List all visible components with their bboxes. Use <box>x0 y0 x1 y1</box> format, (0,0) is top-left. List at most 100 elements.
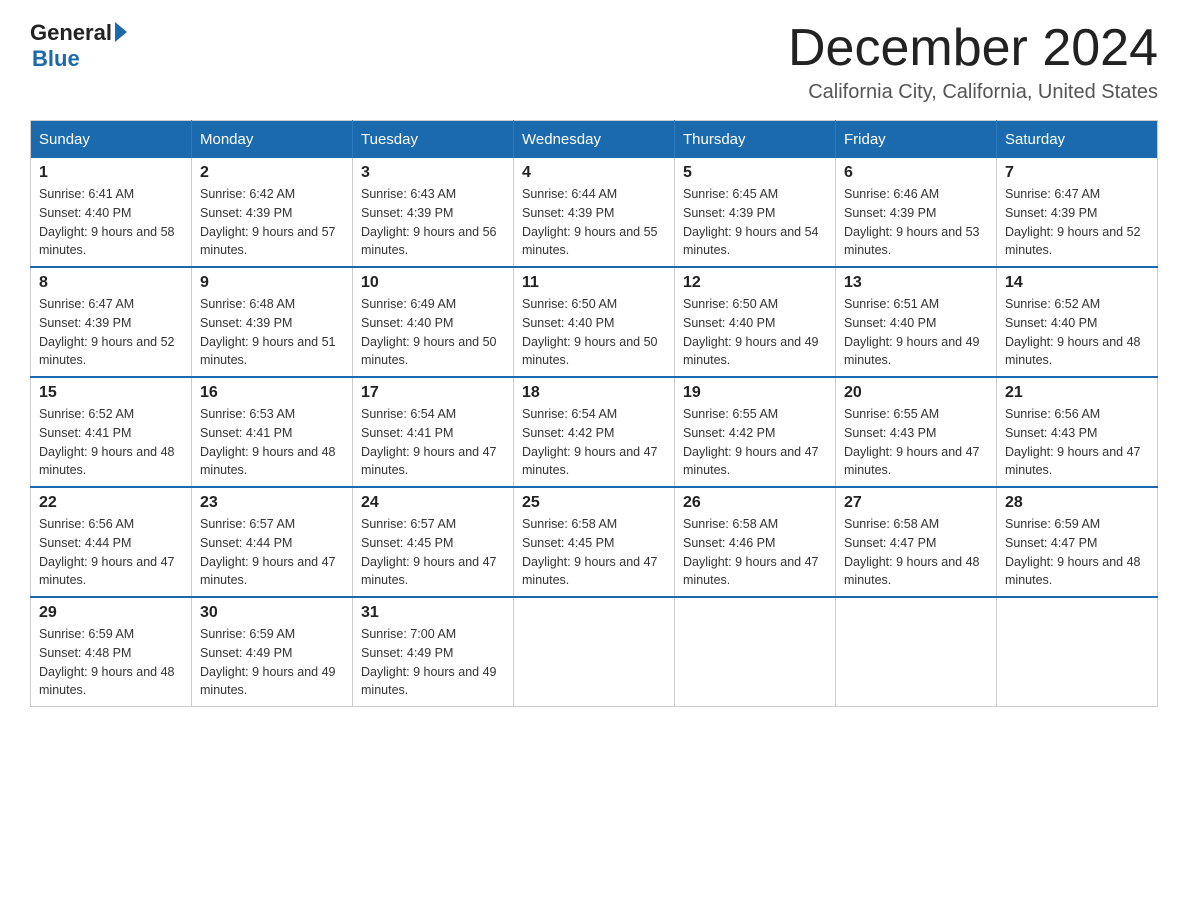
day-number: 31 <box>361 604 505 622</box>
day-cell: 12 Sunrise: 6:50 AMSunset: 4:40 PMDaylig… <box>675 267 836 377</box>
day-number: 26 <box>683 494 827 512</box>
day-headers-row: SundayMondayTuesdayWednesdayThursdayFrid… <box>31 121 1158 159</box>
logo-general-text: General <box>30 20 112 46</box>
day-number: 3 <box>361 164 505 182</box>
day-number: 17 <box>361 384 505 402</box>
day-cell: 8 Sunrise: 6:47 AMSunset: 4:39 PMDayligh… <box>31 267 192 377</box>
day-cell: 5 Sunrise: 6:45 AMSunset: 4:39 PMDayligh… <box>675 158 836 267</box>
day-cell: 10 Sunrise: 6:49 AMSunset: 4:40 PMDaylig… <box>353 267 514 377</box>
day-cell: 29 Sunrise: 6:59 AMSunset: 4:48 PMDaylig… <box>31 597 192 707</box>
day-cell: 13 Sunrise: 6:51 AMSunset: 4:40 PMDaylig… <box>836 267 997 377</box>
day-header-tuesday: Tuesday <box>353 121 514 159</box>
day-number: 4 <box>522 164 666 182</box>
week-row-5: 29 Sunrise: 6:59 AMSunset: 4:48 PMDaylig… <box>31 597 1158 707</box>
day-number: 14 <box>1005 274 1149 292</box>
day-number: 1 <box>39 164 183 182</box>
week-row-1: 1 Sunrise: 6:41 AMSunset: 4:40 PMDayligh… <box>31 158 1158 267</box>
day-info: Sunrise: 6:57 AMSunset: 4:44 PMDaylight:… <box>200 515 344 590</box>
day-number: 6 <box>844 164 988 182</box>
day-number: 25 <box>522 494 666 512</box>
day-info: Sunrise: 6:46 AMSunset: 4:39 PMDaylight:… <box>844 185 988 260</box>
day-number: 16 <box>200 384 344 402</box>
day-cell: 24 Sunrise: 6:57 AMSunset: 4:45 PMDaylig… <box>353 487 514 597</box>
week-row-2: 8 Sunrise: 6:47 AMSunset: 4:39 PMDayligh… <box>31 267 1158 377</box>
day-cell: 27 Sunrise: 6:58 AMSunset: 4:47 PMDaylig… <box>836 487 997 597</box>
day-info: Sunrise: 6:58 AMSunset: 4:46 PMDaylight:… <box>683 515 827 590</box>
day-number: 9 <box>200 274 344 292</box>
day-info: Sunrise: 6:41 AMSunset: 4:40 PMDaylight:… <box>39 185 183 260</box>
day-cell: 20 Sunrise: 6:55 AMSunset: 4:43 PMDaylig… <box>836 377 997 487</box>
week-row-4: 22 Sunrise: 6:56 AMSunset: 4:44 PMDaylig… <box>31 487 1158 597</box>
day-cell: 4 Sunrise: 6:44 AMSunset: 4:39 PMDayligh… <box>514 158 675 267</box>
day-number: 13 <box>844 274 988 292</box>
day-cell: 17 Sunrise: 6:54 AMSunset: 4:41 PMDaylig… <box>353 377 514 487</box>
day-cell: 15 Sunrise: 6:52 AMSunset: 4:41 PMDaylig… <box>31 377 192 487</box>
day-cell: 14 Sunrise: 6:52 AMSunset: 4:40 PMDaylig… <box>997 267 1158 377</box>
day-info: Sunrise: 6:47 AMSunset: 4:39 PMDaylight:… <box>39 295 183 370</box>
day-cell: 3 Sunrise: 6:43 AMSunset: 4:39 PMDayligh… <box>353 158 514 267</box>
day-number: 7 <box>1005 164 1149 182</box>
day-info: Sunrise: 6:50 AMSunset: 4:40 PMDaylight:… <box>522 295 666 370</box>
day-number: 28 <box>1005 494 1149 512</box>
day-cell: 28 Sunrise: 6:59 AMSunset: 4:47 PMDaylig… <box>997 487 1158 597</box>
day-header-saturday: Saturday <box>997 121 1158 159</box>
day-header-monday: Monday <box>192 121 353 159</box>
day-info: Sunrise: 6:52 AMSunset: 4:41 PMDaylight:… <box>39 405 183 480</box>
day-cell: 19 Sunrise: 6:55 AMSunset: 4:42 PMDaylig… <box>675 377 836 487</box>
day-info: Sunrise: 6:54 AMSunset: 4:41 PMDaylight:… <box>361 405 505 480</box>
day-info: Sunrise: 6:58 AMSunset: 4:47 PMDaylight:… <box>844 515 988 590</box>
day-number: 29 <box>39 604 183 622</box>
logo-blue-text: Blue <box>32 46 80 72</box>
day-cell <box>997 597 1158 707</box>
day-cell: 21 Sunrise: 6:56 AMSunset: 4:43 PMDaylig… <box>997 377 1158 487</box>
day-info: Sunrise: 6:43 AMSunset: 4:39 PMDaylight:… <box>361 185 505 260</box>
day-number: 22 <box>39 494 183 512</box>
day-cell: 11 Sunrise: 6:50 AMSunset: 4:40 PMDaylig… <box>514 267 675 377</box>
day-cell <box>675 597 836 707</box>
day-info: Sunrise: 6:44 AMSunset: 4:39 PMDaylight:… <box>522 185 666 260</box>
day-info: Sunrise: 6:57 AMSunset: 4:45 PMDaylight:… <box>361 515 505 590</box>
day-header-wednesday: Wednesday <box>514 121 675 159</box>
day-info: Sunrise: 6:58 AMSunset: 4:45 PMDaylight:… <box>522 515 666 590</box>
day-info: Sunrise: 6:52 AMSunset: 4:40 PMDaylight:… <box>1005 295 1149 370</box>
day-number: 18 <box>522 384 666 402</box>
logo-arrow-icon <box>115 22 127 42</box>
day-info: Sunrise: 6:47 AMSunset: 4:39 PMDaylight:… <box>1005 185 1149 260</box>
day-info: Sunrise: 6:56 AMSunset: 4:44 PMDaylight:… <box>39 515 183 590</box>
day-number: 30 <box>200 604 344 622</box>
day-cell: 25 Sunrise: 6:58 AMSunset: 4:45 PMDaylig… <box>514 487 675 597</box>
day-cell <box>514 597 675 707</box>
day-cell: 6 Sunrise: 6:46 AMSunset: 4:39 PMDayligh… <box>836 158 997 267</box>
day-info: Sunrise: 6:56 AMSunset: 4:43 PMDaylight:… <box>1005 405 1149 480</box>
day-info: Sunrise: 6:59 AMSunset: 4:47 PMDaylight:… <box>1005 515 1149 590</box>
day-info: Sunrise: 6:55 AMSunset: 4:42 PMDaylight:… <box>683 405 827 480</box>
day-info: Sunrise: 6:45 AMSunset: 4:39 PMDaylight:… <box>683 185 827 260</box>
day-header-sunday: Sunday <box>31 121 192 159</box>
day-number: 27 <box>844 494 988 512</box>
day-cell: 7 Sunrise: 6:47 AMSunset: 4:39 PMDayligh… <box>997 158 1158 267</box>
calendar-title: December 2024 <box>788 20 1158 77</box>
day-number: 2 <box>200 164 344 182</box>
day-number: 24 <box>361 494 505 512</box>
day-number: 11 <box>522 274 666 292</box>
day-cell: 31 Sunrise: 7:00 AMSunset: 4:49 PMDaylig… <box>353 597 514 707</box>
day-number: 19 <box>683 384 827 402</box>
header: General Blue December 2024 California Ci… <box>30 20 1158 104</box>
day-info: Sunrise: 6:49 AMSunset: 4:40 PMDaylight:… <box>361 295 505 370</box>
day-cell <box>836 597 997 707</box>
day-cell: 18 Sunrise: 6:54 AMSunset: 4:42 PMDaylig… <box>514 377 675 487</box>
day-number: 20 <box>844 384 988 402</box>
day-number: 21 <box>1005 384 1149 402</box>
day-info: Sunrise: 6:50 AMSunset: 4:40 PMDaylight:… <box>683 295 827 370</box>
day-cell: 26 Sunrise: 6:58 AMSunset: 4:46 PMDaylig… <box>675 487 836 597</box>
day-number: 5 <box>683 164 827 182</box>
day-cell: 23 Sunrise: 6:57 AMSunset: 4:44 PMDaylig… <box>192 487 353 597</box>
day-header-thursday: Thursday <box>675 121 836 159</box>
day-info: Sunrise: 6:59 AMSunset: 4:49 PMDaylight:… <box>200 625 344 700</box>
day-info: Sunrise: 6:59 AMSunset: 4:48 PMDaylight:… <box>39 625 183 700</box>
day-info: Sunrise: 6:51 AMSunset: 4:40 PMDaylight:… <box>844 295 988 370</box>
day-info: Sunrise: 6:42 AMSunset: 4:39 PMDaylight:… <box>200 185 344 260</box>
day-cell: 22 Sunrise: 6:56 AMSunset: 4:44 PMDaylig… <box>31 487 192 597</box>
day-number: 8 <box>39 274 183 292</box>
day-cell: 30 Sunrise: 6:59 AMSunset: 4:49 PMDaylig… <box>192 597 353 707</box>
